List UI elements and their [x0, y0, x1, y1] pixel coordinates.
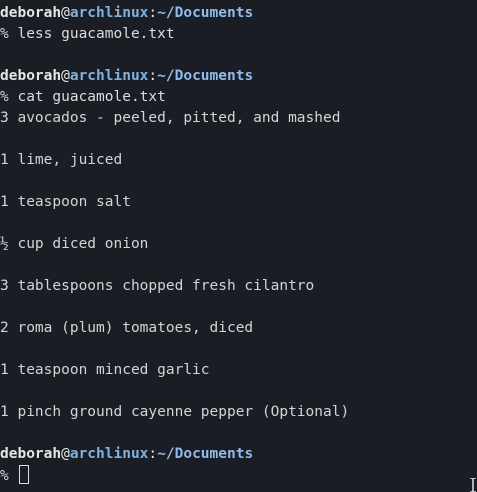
command-text: cat guacamole.txt	[17, 89, 166, 105]
terminal-window[interactable]: deborah@archlinux:~/Documents % less gua…	[0, 3, 477, 486]
mouse-ibeam-icon	[470, 478, 476, 492]
output-line: 3 tablespoons chopped fresh cilantro	[0, 278, 315, 294]
prompt-line: deborah@archlinux:~/Documents	[0, 66, 477, 87]
prompt-host: archlinux	[69, 5, 149, 21]
prompt-user: deborah	[0, 5, 62, 21]
prompt-symbol: %	[0, 26, 9, 42]
prompt-path: ~/Documents	[157, 446, 254, 462]
prompt-colon: :	[148, 5, 158, 21]
prompt-colon: :	[148, 446, 158, 462]
output-line: ½ cup diced onion	[0, 236, 149, 252]
prompt-path: ~/Documents	[157, 68, 254, 84]
active-command-line[interactable]: %	[0, 465, 477, 486]
prompt-host: archlinux	[69, 446, 149, 462]
command-line: % cat guacamole.txt	[0, 87, 477, 108]
prompt-user: deborah	[0, 68, 62, 84]
text-cursor[interactable]	[19, 465, 30, 484]
prompt-colon: :	[148, 68, 158, 84]
prompt-user: deborah	[0, 446, 62, 462]
output-line: 1 teaspoon salt	[0, 194, 131, 210]
prompt-symbol: %	[0, 468, 9, 484]
output-line: 1 teaspoon minced garlic	[0, 362, 210, 378]
output-line: 3 avocados - peeled, pitted, and mashed	[0, 110, 341, 126]
prompt-line: deborah@archlinux:~/Documents	[0, 444, 477, 465]
output-line: 1 pinch ground cayenne pepper (Optional)	[0, 404, 350, 420]
prompt-line: deborah@archlinux:~/Documents	[0, 3, 477, 24]
output-line: 1 lime, juiced	[0, 152, 123, 168]
prompt-at: @	[61, 68, 70, 84]
prompt-at: @	[61, 5, 70, 21]
output-line: 2 roma (plum) tomatoes, diced	[0, 320, 254, 336]
prompt-at: @	[61, 446, 70, 462]
prompt-symbol: %	[0, 89, 9, 105]
command-line: % less guacamole.txt	[0, 24, 477, 45]
command-text: less guacamole.txt	[17, 26, 175, 42]
prompt-host: archlinux	[69, 68, 149, 84]
prompt-path: ~/Documents	[157, 5, 254, 21]
